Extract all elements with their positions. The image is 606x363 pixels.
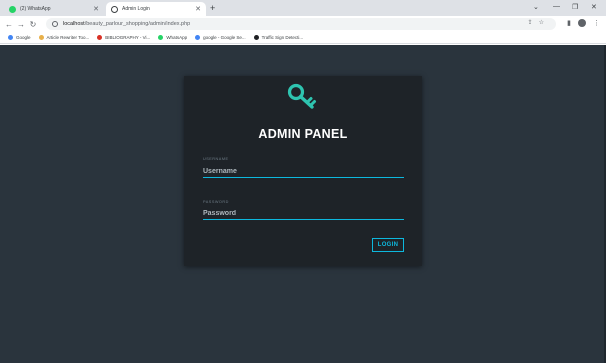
google-icon [195, 35, 201, 40]
browser-tab-strip: (2) WhatsApp ✕ Admin Login ✕ + ⌄ — ❐ ✕ [0, 0, 606, 16]
key-icon [287, 83, 316, 109]
bookmark-label: WhatsApp [166, 35, 188, 40]
close-icon[interactable]: ✕ [93, 5, 99, 13]
url-input[interactable]: localhost/beauty_parlour_shopping/admin/… [46, 18, 556, 30]
tab-title: Admin Login [122, 6, 150, 12]
username-input[interactable] [203, 166, 404, 178]
maximize-button[interactable]: ❐ [572, 3, 578, 11]
article-icon [38, 35, 44, 40]
sidebar-icon[interactable]: ▮ [567, 19, 571, 27]
bibliography-icon [97, 35, 103, 40]
share-icon[interactable]: ⇪ [528, 19, 533, 26]
bookmark-label: Traffic Sign Detecti... [261, 35, 304, 40]
password-input[interactable] [203, 208, 404, 220]
tab-title: (2) WhatsApp [20, 6, 51, 12]
bookmark-google[interactable]: Google [8, 35, 31, 40]
google-icon [8, 35, 13, 40]
page-title: ADMIN PANEL [258, 127, 348, 141]
close-window-button[interactable]: ✕ [591, 3, 597, 11]
tab-admin-login[interactable]: Admin Login ✕ [106, 2, 206, 16]
bookmark-label: BIBLIOGRAPHY - Vi... [105, 35, 151, 40]
menu-kebab-icon[interactable]: ⋮ [593, 19, 600, 27]
password-label: PASSWORD [203, 200, 229, 204]
bookmark-article-rewriter[interactable]: Article Rewriter Too... [38, 35, 90, 40]
url-text: localhost/beauty_parlour_shopping/admin/… [63, 21, 190, 27]
login-button[interactable]: LOGIN [372, 238, 404, 252]
page-background: ADMIN PANEL USERNAME PASSWORD LOGIN [0, 45, 606, 363]
url-path: /beauty_parlour_shopping/admin/index.php [84, 21, 191, 27]
bookmarks-bar: Google Article Rewriter Too... BIBLIOGRA… [0, 32, 606, 44]
login-card: ADMIN PANEL USERNAME PASSWORD LOGIN [184, 76, 422, 266]
bookmark-star-icon[interactable]: ☆ [539, 19, 544, 26]
username-label: USERNAME [203, 157, 229, 161]
whatsapp-icon [158, 35, 164, 40]
bookmark-traffic-sign[interactable]: Traffic Sign Detecti... [253, 35, 304, 40]
new-tab-button[interactable]: + [210, 3, 215, 13]
site-info-icon[interactable] [52, 21, 58, 27]
github-icon [253, 35, 259, 40]
whatsapp-icon [9, 5, 16, 13]
bookmark-google-search[interactable]: google - Google Se... [195, 35, 246, 40]
bookmark-label: Google [16, 35, 31, 40]
bookmark-whatsapp[interactable]: WhatsApp [158, 35, 187, 40]
tab-whatsapp[interactable]: (2) WhatsApp ✕ [4, 2, 104, 16]
tab-search-icon[interactable]: ⌄ [533, 3, 539, 11]
reload-icon[interactable]: ↻ [27, 20, 39, 29]
forward-icon[interactable]: → [15, 20, 27, 29]
address-bar-row: ← → ↻ localhost/beauty_parlour_shopping/… [0, 16, 606, 32]
profile-avatar[interactable] [578, 19, 586, 27]
minimize-button[interactable]: — [553, 3, 560, 10]
close-icon[interactable]: ✕ [195, 5, 201, 13]
bookmark-bibliography[interactable]: BIBLIOGRAPHY - Vi... [97, 35, 150, 40]
bookmark-label: Article Rewriter Too... [46, 35, 90, 40]
globe-icon [111, 5, 118, 13]
bookmark-label: google - Google Se... [203, 35, 246, 40]
url-host: localhost [63, 21, 85, 27]
back-icon[interactable]: ← [3, 20, 15, 29]
